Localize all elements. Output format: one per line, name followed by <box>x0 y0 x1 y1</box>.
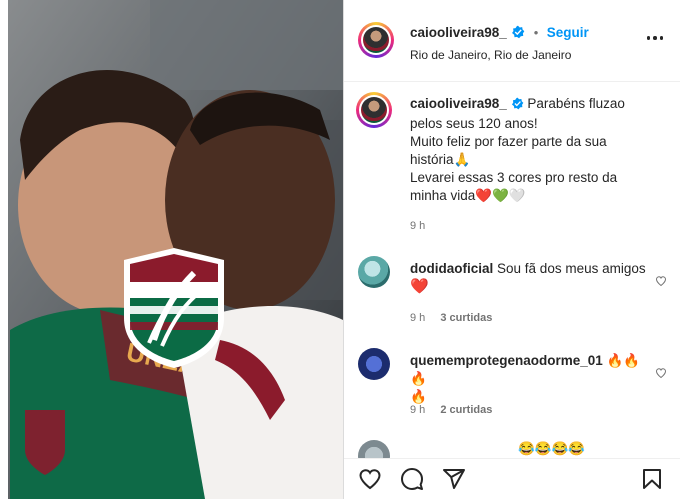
comment-meta: 9 h 2 curtidas <box>410 404 504 416</box>
follow-button[interactable]: Seguir <box>547 25 589 40</box>
comment-username[interactable]: dodidaoficial <box>410 261 493 276</box>
action-bar <box>344 458 680 500</box>
comment-emoji: 🔥 <box>410 389 427 404</box>
comment-username[interactable]: quememprotegenaodorme_01 <box>410 353 603 368</box>
caption-line-4: história🙏 <box>410 152 471 167</box>
comment-time[interactable]: 9 h <box>410 312 425 324</box>
post-location[interactable]: Rio de Janeiro, Rio de Janeiro <box>410 48 571 62</box>
post-media[interactable]: UNZAPE <box>0 0 343 499</box>
verified-icon <box>511 25 525 44</box>
comment-meta: 9 h 3 curtidas <box>410 312 504 324</box>
share-icon[interactable] <box>442 467 468 493</box>
verified-icon <box>511 97 524 115</box>
comment-time[interactable]: 9 h <box>410 404 425 416</box>
caption-line-6: minha vida❤️💚🤍 <box>410 188 526 203</box>
separator-dot: • <box>533 25 539 40</box>
caption-line-3: Muito feliz por fazer parte da sua <box>410 134 607 149</box>
post-details-panel: caiooliveira98_ • Seguir Rio de Janeiro,… <box>343 0 680 499</box>
comment-avatar[interactable] <box>358 348 390 380</box>
comment-likes[interactable]: 2 curtidas <box>440 404 492 416</box>
post-photo: UNZAPE <box>0 0 343 499</box>
comment-icon[interactable] <box>400 467 426 493</box>
heart-icon[interactable] <box>655 274 667 292</box>
caption-time[interactable]: 9 h <box>410 220 425 232</box>
heart-icon[interactable] <box>358 467 384 493</box>
post-header: caiooliveira98_ • Seguir Rio de Janeiro,… <box>344 0 680 82</box>
fluminense-crest <box>124 248 224 368</box>
author-avatar[interactable] <box>358 22 394 58</box>
bookmark-icon[interactable] <box>640 467 666 493</box>
heart-icon[interactable] <box>655 366 667 384</box>
comment-avatar[interactable] <box>358 440 390 458</box>
author-username[interactable]: caiooliveira98_ <box>410 25 507 40</box>
comment-text: 😂😂😂😂 <box>518 441 586 456</box>
caption-line-1: Parabéns fluzao <box>527 96 625 111</box>
caption-line-5: Levarei essas 3 cores pro resto da <box>410 170 618 185</box>
caption-line-2: pelos seus 120 anos! <box>410 116 538 131</box>
media-left-edge <box>0 0 8 499</box>
comment-text: Sou fã dos meus amigos <box>497 261 646 276</box>
caption-text: caiooliveira98_ Parabéns fluzao pelos se… <box>410 95 654 205</box>
comments-section[interactable]: caiooliveira98_ Parabéns fluzao pelos se… <box>344 82 680 458</box>
comment-likes[interactable]: 3 curtidas <box>440 312 492 324</box>
caption-meta: 9 h <box>410 220 437 232</box>
comment-avatar[interactable] <box>358 256 390 288</box>
comment-emoji: ❤️ <box>410 278 429 295</box>
caption-username[interactable]: caiooliveira98_ <box>410 96 507 111</box>
caption-avatar[interactable] <box>356 92 392 128</box>
more-options-icon[interactable] <box>646 36 663 40</box>
